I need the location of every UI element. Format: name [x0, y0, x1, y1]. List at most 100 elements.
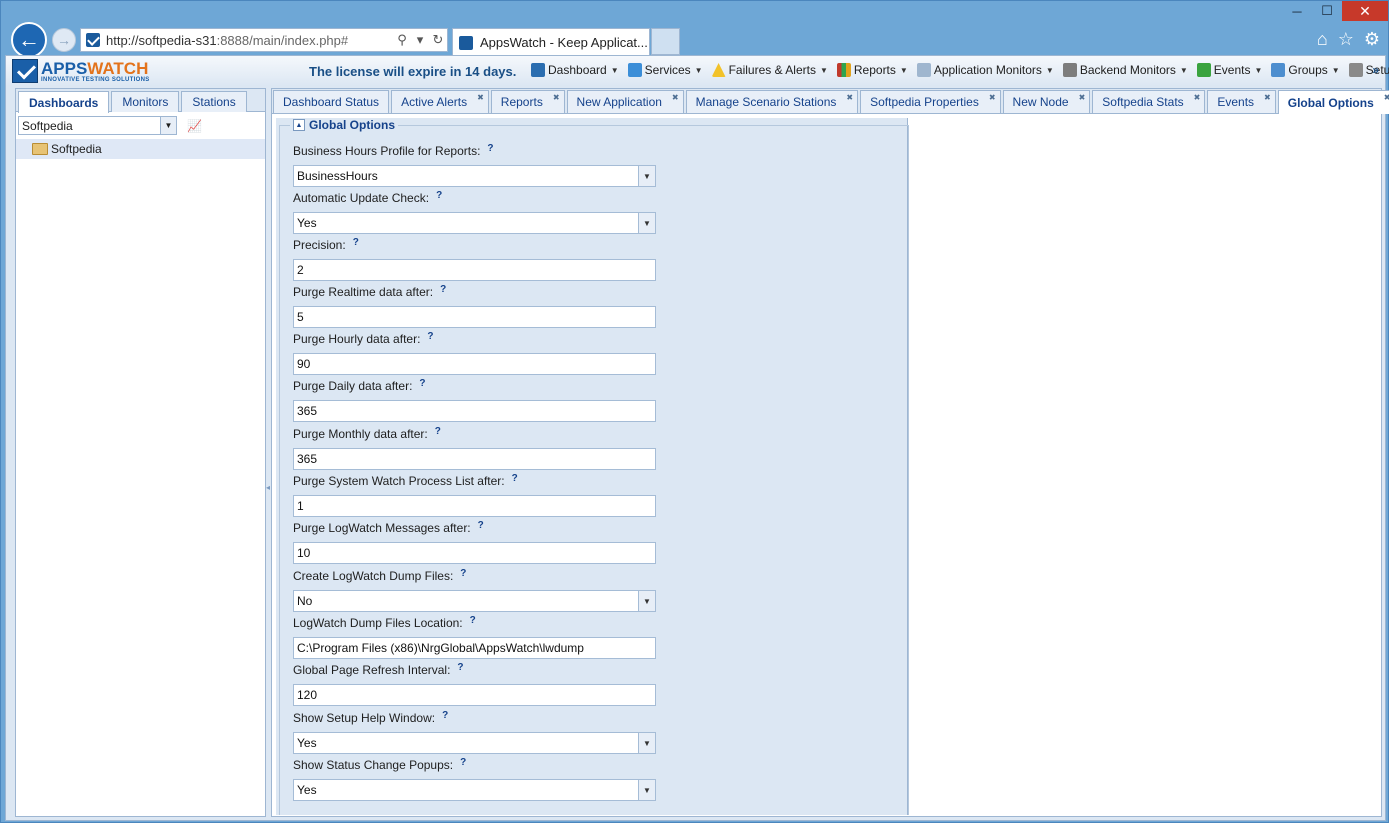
tab-manage-scenario-stations[interactable]: Manage Scenario Stations ✖ — [685, 90, 859, 113]
dashboard-icon — [531, 63, 545, 77]
gear-icon — [1348, 63, 1363, 77]
menu-backend-monitors[interactable]: Backend Monitors ▼ — [1062, 63, 1188, 77]
precision-input[interactable]: 2 — [293, 259, 656, 281]
menu-reports[interactable]: Reports ▼ — [836, 63, 908, 77]
tab-monitors[interactable]: Monitors — [111, 91, 180, 112]
tab-softpedia-stats[interactable]: Softpedia Stats ✖ — [1092, 90, 1206, 113]
tab-softpedia-properties[interactable]: Softpedia Properties ✖ — [860, 90, 1001, 113]
browser-tab-active[interactable]: AppsWatch - Keep Applicat... — [452, 28, 650, 56]
url-text[interactable]: http://softpedia-s31:8888/main/index.php… — [106, 33, 393, 48]
dropdown-icon[interactable]: ▾ — [411, 32, 429, 48]
minimize-button[interactable]: ─ — [1282, 1, 1312, 21]
close-tab-icon[interactable]: ✖ — [846, 93, 853, 102]
tab-stations[interactable]: Stations — [181, 91, 247, 112]
help-icon[interactable]: ? — [457, 662, 463, 673]
help-icon[interactable]: ? — [440, 284, 446, 295]
menu-dashboard[interactable]: Dashboard ▼ — [531, 63, 619, 77]
help-icon[interactable]: ? — [478, 520, 484, 531]
help-icon[interactable]: ? — [442, 710, 448, 721]
refresh-interval-input[interactable]: 120 — [293, 684, 656, 706]
tab-dashboard-status[interactable]: Dashboard Status — [273, 90, 390, 113]
close-tab-icon[interactable]: ✖ — [1384, 93, 1389, 102]
tab-events[interactable]: Events ✖ — [1207, 90, 1276, 113]
collapse-arrow-icon[interactable]: ◂ — [266, 483, 270, 492]
help-icon[interactable]: ? — [353, 237, 359, 248]
help-icon[interactable]: ? — [435, 426, 441, 437]
menu-failures-alerts[interactable]: Failures & Alerts ▼ — [711, 63, 828, 77]
tab-label: Active Alerts — [401, 95, 468, 109]
dashboard-select[interactable]: Softpedia ▼ — [18, 116, 177, 135]
menu-setup[interactable]: Setup▼ — [1348, 63, 1389, 77]
main-menu: Dashboard ▼ Services ▼ Failures & Alerts ▼ … — [531, 63, 1389, 77]
menu-application-monitors[interactable]: Application Monitors ▼ — [916, 63, 1054, 77]
close-button[interactable]: ✕ — [1342, 1, 1388, 21]
chevron-down-icon[interactable]: ▼ — [638, 213, 655, 233]
help-icon[interactable]: ? — [419, 378, 425, 389]
tab-label: Global Options — [1287, 95, 1374, 110]
purge-process-list-input[interactable]: 1 — [293, 495, 656, 517]
menu-groups[interactable]: Groups ▼ — [1271, 63, 1340, 77]
field-label: LogWatch Dump Files Location: — [293, 616, 463, 630]
help-icon[interactable]: ? — [460, 568, 466, 579]
close-tab-icon[interactable]: ✖ — [672, 93, 679, 102]
refresh-icon[interactable]: ↻ — [429, 32, 447, 48]
purge-realtime-input[interactable]: 5 — [293, 306, 656, 328]
chevron-down-icon[interactable]: ▼ — [638, 733, 655, 753]
menu-events[interactable]: Events ▼ — [1196, 63, 1262, 77]
arrow-right-icon: → — [57, 32, 71, 48]
collapse-toggle-icon[interactable]: ▲ — [293, 119, 305, 131]
close-tab-icon[interactable]: ✖ — [1264, 93, 1271, 102]
dump-location-input[interactable]: C:\Program Files (x86)\NrgGlobal\AppsWat… — [293, 637, 656, 659]
setup-help-window-select[interactable]: Yes ▼ — [293, 732, 656, 754]
menu-services[interactable]: Services ▼ — [627, 63, 703, 77]
back-button[interactable]: ← — [11, 22, 47, 58]
field-value: Yes — [297, 736, 317, 750]
field-business-hours: Business Hours Profile for Reports:? Bus… — [293, 143, 656, 187]
tab-global-options[interactable]: Global Options ✖ — [1277, 90, 1389, 114]
help-icon[interactable]: ? — [436, 190, 442, 201]
tab-new-application[interactable]: New Application ✖ — [566, 90, 684, 113]
address-bar[interactable]: http://softpedia-s31:8888/main/index.php… — [80, 28, 448, 52]
business-hours-select[interactable]: BusinessHours ▼ — [293, 165, 656, 187]
help-icon[interactable]: ? — [460, 757, 466, 768]
tab-new-node[interactable]: New Node ✖ — [1002, 90, 1091, 113]
tab-active-alerts[interactable]: Active Alerts ✖ — [391, 90, 489, 113]
close-tab-icon[interactable]: ✖ — [477, 93, 484, 102]
tab-reports[interactable]: Reports ✖ — [490, 90, 565, 113]
close-tab-icon[interactable]: ✖ — [1194, 93, 1201, 102]
chevron-down-icon[interactable]: ▼ — [638, 591, 655, 611]
forward-button[interactable]: → — [52, 28, 76, 52]
settings-gear-icon[interactable]: ⚙ — [1364, 29, 1380, 50]
close-tab-icon[interactable]: ✖ — [553, 93, 560, 102]
field-value: 10 — [297, 546, 311, 560]
help-icon[interactable]: ? — [470, 615, 476, 626]
tab-dashboards[interactable]: Dashboards — [18, 91, 110, 113]
help-icon[interactable]: ? — [487, 143, 493, 154]
purge-daily-input[interactable]: 365 — [293, 400, 656, 422]
chevron-down-icon[interactable]: ▼ — [638, 780, 655, 800]
help-icon[interactable]: ? — [427, 331, 433, 342]
field-label: Create LogWatch Dump Files: — [293, 569, 454, 583]
status-change-popups-select[interactable]: Yes ▼ — [293, 779, 656, 801]
chevron-down-icon[interactable]: ▼ — [638, 166, 655, 186]
close-tab-icon[interactable]: ✖ — [1079, 93, 1086, 102]
tree-item-softpedia[interactable]: Softpedia — [16, 139, 265, 159]
purge-monthly-input[interactable]: 365 — [293, 448, 656, 470]
home-icon[interactable]: ⌂ — [1317, 29, 1328, 50]
auto-update-select[interactable]: Yes ▼ — [293, 212, 656, 234]
create-dump-files-select[interactable]: No ▼ — [293, 590, 656, 612]
maximize-button[interactable]: ☐ — [1312, 1, 1342, 21]
favorites-star-icon[interactable]: ☆ — [1338, 29, 1354, 50]
search-icon[interactable]: ⚲ — [393, 32, 411, 48]
site-favicon-icon — [86, 33, 100, 47]
close-tab-icon[interactable]: ✖ — [989, 93, 996, 102]
line-chart-icon[interactable]: 📈 — [187, 119, 202, 133]
tab-label: Softpedia Stats — [1102, 95, 1184, 109]
purge-logwatch-input[interactable]: 10 — [293, 542, 656, 564]
chevron-down-icon[interactable]: ▼ — [160, 117, 176, 134]
new-tab-button[interactable] — [651, 28, 680, 55]
purge-hourly-input[interactable]: 90 — [293, 353, 656, 375]
menu-overflow-button[interactable]: » — [1372, 63, 1379, 77]
url-host: http://softpedia-s31 — [106, 32, 217, 48]
help-icon[interactable]: ? — [512, 473, 518, 484]
